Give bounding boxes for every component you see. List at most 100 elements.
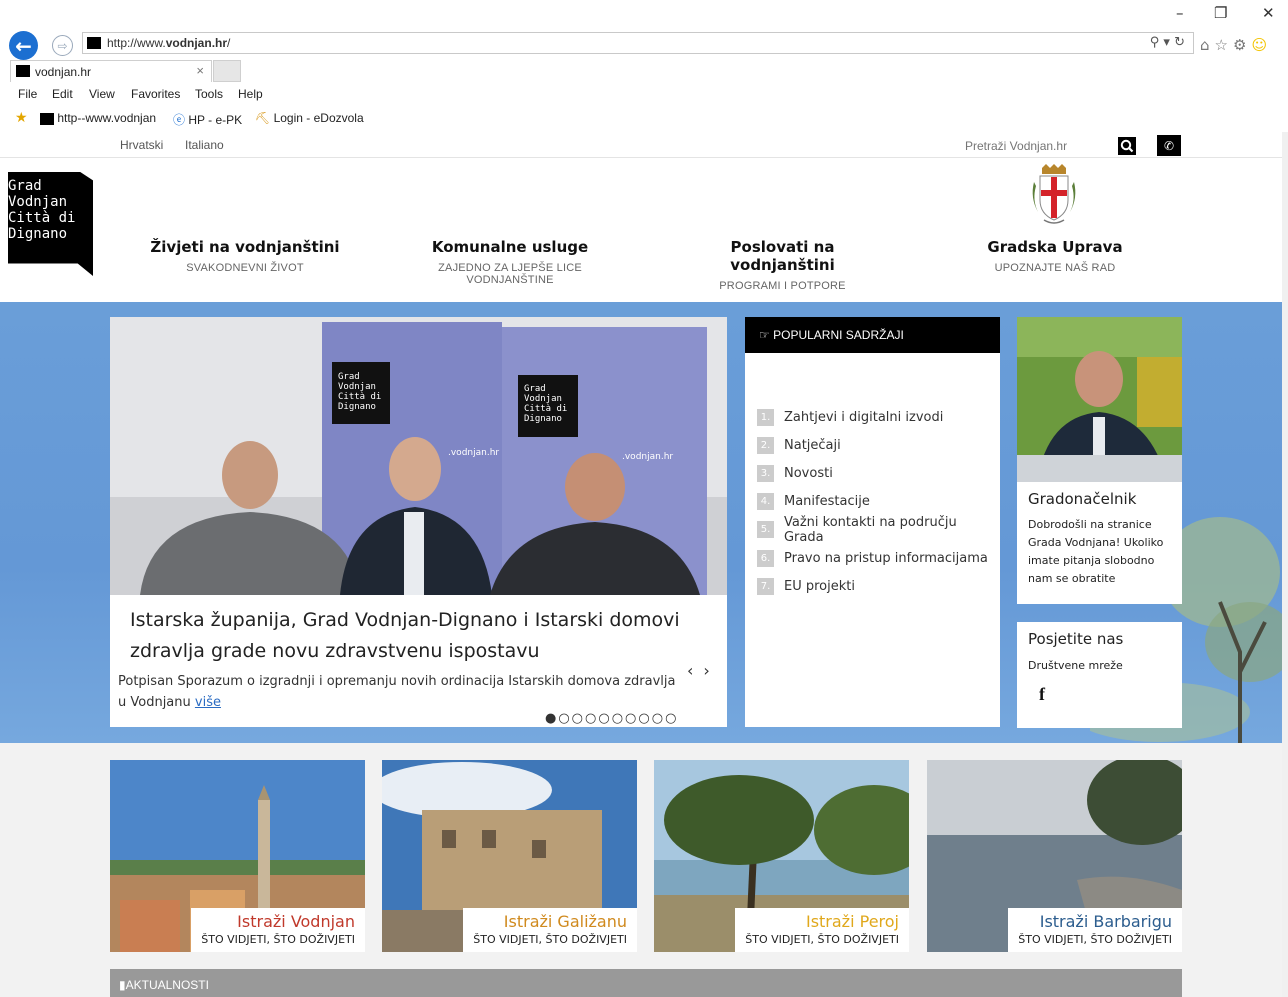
search-icon[interactable]: ⚲ — [1150, 35, 1160, 50]
star-icon[interactable]: ☆ — [1215, 36, 1233, 54]
web-page: Hrvatski Italiano ✆ Grad Vodnjan Città d… — [0, 132, 1282, 997]
svg-text:Vodnjan: Vodnjan — [338, 382, 376, 392]
window-titlebar: – ❐ ✕ — [0, 0, 1288, 30]
mayor-card[interactable]: Gradonačelnik Dobrodošli na stranice Gra… — [1017, 317, 1182, 604]
popular-content-panel: ☞ POPULARNI SADRŽAJI 1. Zahtjevi i digita… — [745, 317, 1000, 727]
nav-poslovati[interactable]: Poslovati na vodnjanštini PROGRAMI I POT… — [680, 238, 885, 292]
tile-vodnjan[interactable]: Istraži Vodnjan ŠTO VIDJETI, ŠTO DOŽIVJE… — [110, 760, 365, 952]
phone-button[interactable]: ✆ — [1157, 135, 1181, 156]
tab-close-icon[interactable]: × — [196, 63, 204, 78]
svg-text:Grad: Grad — [524, 384, 546, 394]
popular-item[interactable]: 2. Natječaji — [757, 431, 1000, 459]
nav-komunalne[interactable]: Komunalne usluge ZAJEDNO ZA LJEPŠE LICE … — [395, 238, 625, 286]
city-crest-icon — [1032, 164, 1076, 224]
favorite-link-1[interactable]: http--www.vodnjan — [40, 111, 156, 125]
back-button[interactable]: ← — [9, 31, 38, 60]
phone-icon: ✆ — [1163, 138, 1175, 153]
svg-text:.vodnjan.hr: .vodnjan.hr — [448, 448, 499, 458]
favorites-bar: ★ http--www.vodnjan ⓔ HP - e-PK ⛏ Login … — [0, 108, 1288, 130]
popular-item[interactable]: 1. Zahtjevi i digitalni izvodi — [757, 403, 1000, 431]
gear-icon[interactable]: ⚙ — [1233, 36, 1251, 54]
explore-tiles: Istraži Vodnjan ŠTO VIDJETI, ŠTO DOŽIVJE… — [0, 743, 1282, 997]
news-section-header: ▮AKTUALNOSTI — [110, 969, 1182, 997]
feedback-smiley-icon[interactable]: ☺ — [1251, 36, 1272, 54]
mayor-portrait-image — [1017, 317, 1182, 482]
site-search-button[interactable] — [1115, 135, 1139, 156]
slide-arrows: ‹› — [687, 661, 720, 680]
close-window-button[interactable]: ✕ — [1262, 4, 1275, 22]
tab-vodnjan[interactable]: vodnjan.hr × — [10, 60, 212, 82]
mayor-heading: Gradonačelnik — [1028, 490, 1137, 508]
menu-edit[interactable]: Edit — [52, 87, 73, 101]
address-row: ← ⇨ http://www.vodnjan.hr/ ⚲ ▾ ↻ ⌂☆⚙☺ — [0, 30, 1288, 60]
arrow-right-icon: ⇨ — [57, 38, 68, 53]
magnifier-icon — [1118, 136, 1136, 155]
lang-italiano[interactable]: Italiano — [185, 138, 224, 152]
slide-pagination-dots[interactable]: ●○○○○○○○○○ — [545, 711, 678, 726]
tile-peroj[interactable]: Istraži Peroj ŠTO VIDJETI, ŠTO DOŽIVJETI — [654, 760, 909, 952]
forward-button[interactable]: ⇨ — [52, 35, 73, 56]
favorite-link-2[interactable]: ⓔ HP - e-PK — [173, 111, 242, 128]
svg-text:Città di: Città di — [524, 404, 567, 414]
lang-hrvatski[interactable]: Hrvatski — [120, 138, 163, 152]
tile-barbariga[interactable]: Istraži Barbarigu ŠTO VIDJETI, ŠTO DOŽIV… — [927, 760, 1182, 952]
favorites-star-icon[interactable]: ★ — [15, 109, 28, 126]
slide-photo[interactable]: Grad Vodnjan Città di Dignano Grad Vodnj… — [110, 317, 727, 595]
tile-label: Istraži Peroj ŠTO VIDJETI, ŠTO DOŽIVJETI — [735, 908, 909, 952]
nav-gradska-uprava[interactable]: Gradska Uprava UPOZNAJTE NAŠ RAD — [980, 238, 1130, 274]
slide-summary: Potpisan Sporazum o izgradnji i opremanj… — [118, 674, 676, 710]
popular-item[interactable]: 6. Pravo na pristup informacijama — [757, 544, 1000, 572]
minimize-button[interactable]: – — [1176, 4, 1184, 22]
visit-card: Posjetite nas Društvene mreže f — [1017, 622, 1182, 728]
chevron-left-icon[interactable]: ‹ — [687, 661, 703, 680]
mayor-photo — [1017, 317, 1182, 482]
slide-title[interactable]: Istarska županija, Grad Vodnjan-Dignano … — [130, 605, 710, 667]
nav-zivjeti[interactable]: Živjeti na vodnjanštini SVAKODNEVNI ŽIVO… — [145, 238, 345, 274]
menu-favorites[interactable]: Favorites — [131, 87, 180, 101]
svg-text:Dignano: Dignano — [338, 402, 376, 412]
svg-text:Vodnjan: Vodnjan — [524, 394, 562, 404]
favorite-favicon-icon — [40, 112, 54, 125]
menu-help[interactable]: Help — [238, 87, 263, 101]
refresh-icon[interactable]: ↻ — [1174, 35, 1185, 50]
facebook-icon[interactable]: f — [1039, 684, 1045, 705]
popular-item[interactable]: 7. EU projekti — [757, 572, 1000, 600]
address-bar[interactable]: http://www.vodnjan.hr/ ⚲ ▾ ↻ — [82, 32, 1194, 54]
site-logo[interactable]: Grad Vodnjan Città di Dignano — [8, 172, 93, 276]
menu-view[interactable]: View — [89, 87, 115, 101]
menu-file[interactable]: File — [18, 87, 37, 101]
popular-item[interactable]: 4. Manifestacije — [757, 488, 1000, 516]
popular-list: 1. Zahtjevi i digitalni izvodi 2. Natječaj… — [757, 403, 1000, 600]
tile-label: Istraži Vodnjan ŠTO VIDJETI, ŠTO DOŽIVJE… — [191, 908, 365, 952]
favorite-link-3[interactable]: ⛏ Login - eDozvola — [255, 111, 364, 125]
url-text: http://www.vodnjan.hr/ — [107, 36, 231, 50]
tab-strip: vodnjan.hr × — [0, 60, 1288, 82]
svg-text:Città di: Città di — [338, 392, 381, 402]
mayor-text: Dobrodošli na stranice Grada Vodnjana! U… — [1028, 518, 1164, 585]
pointing-hand-icon: ☞ — [759, 328, 770, 342]
bookmark-icon: ▮ — [119, 978, 126, 992]
tile-label: Istraži Galižanu ŠTO VIDJETI, ŠTO DOŽIVJ… — [463, 908, 637, 952]
new-tab-button[interactable] — [213, 60, 241, 82]
svg-text:.vodnjan.hr: .vodnjan.hr — [622, 452, 673, 462]
site-favicon-icon — [87, 37, 101, 49]
tab-title: vodnjan.hr — [35, 65, 92, 79]
popular-item[interactable]: 5. Važni kontakti na području Grada — [757, 515, 1000, 545]
browser-toolbar-icons: ⌂☆⚙☺ — [1200, 36, 1272, 54]
home-icon[interactable]: ⌂ — [1200, 36, 1215, 54]
visit-heading: Posjetite nas — [1028, 630, 1124, 648]
news-slider: Grad Vodnjan Città di Dignano Grad Vodnj… — [110, 317, 727, 727]
tile-label: Istraži Barbarigu ŠTO VIDJETI, ŠTO DOŽIV… — [1008, 908, 1182, 952]
site-topbar: Hrvatski Italiano ✆ — [0, 132, 1282, 158]
crane-icon: ⛏ — [255, 111, 271, 125]
menu-tools[interactable]: Tools — [195, 87, 223, 101]
site-search-input[interactable] — [965, 136, 1113, 155]
page-scrollbar[interactable] — [1282, 132, 1288, 997]
ie-page-icon: ⓔ — [173, 113, 186, 127]
chevron-right-icon[interactable]: › — [703, 661, 719, 680]
restore-button[interactable]: ❐ — [1214, 4, 1227, 22]
address-tools: ⚲ ▾ ↻ — [1149, 35, 1185, 50]
popular-item[interactable]: 3. Novosti — [757, 459, 1000, 487]
tile-galizana[interactable]: Istraži Galižanu ŠTO VIDJETI, ŠTO DOŽIVJ… — [382, 760, 637, 952]
more-link[interactable]: više — [195, 695, 221, 710]
